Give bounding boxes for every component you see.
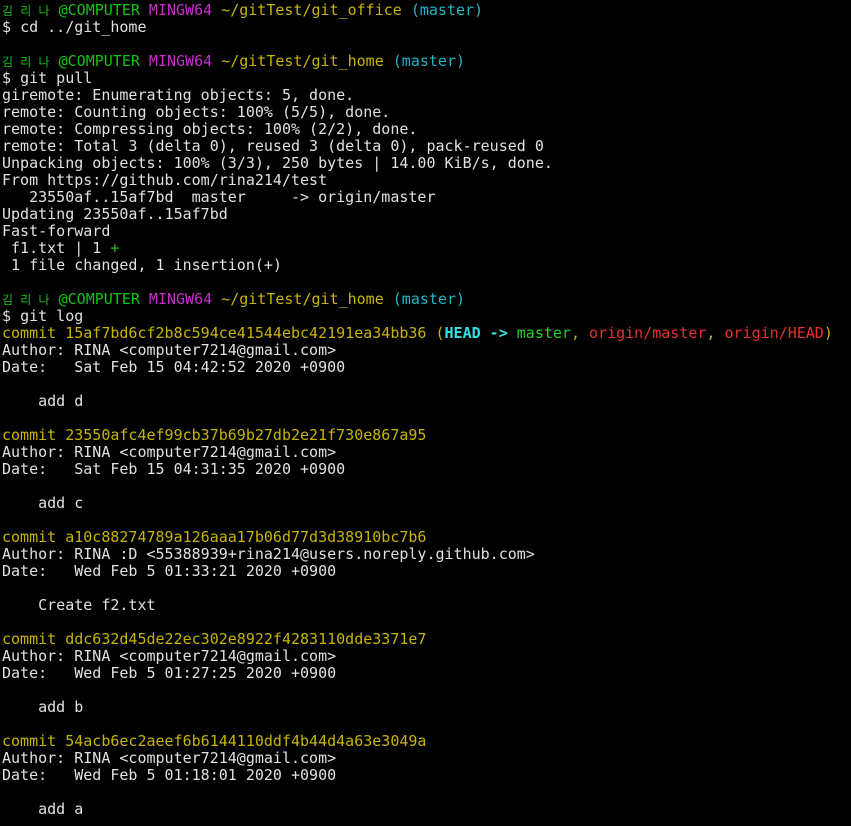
commit-hash: commit a10c88274789a126aaa17b06d77d3d389…	[2, 528, 427, 546]
ref-head: HEAD ->	[444, 324, 517, 342]
commit-hash: commit ddc632d45de22ec302e8922f4283110dd…	[2, 630, 427, 648]
ref-paren-close: )	[823, 324, 833, 342]
terminal-window[interactable]: 김 리 나 @COMPUTER MINGW64 ~/gitTest/git_of…	[0, 0, 851, 826]
output-line: giremote: Enumerating objects: 5, done.	[2, 86, 355, 104]
commit-hash: commit 54acb6ec2aeef6b6144110ddf4b44d4a6…	[2, 732, 427, 750]
ref-separator: ,	[706, 324, 725, 342]
commit-author: Author: RINA :D <55388939+rina214@users.…	[2, 545, 535, 563]
diffstat-line: f1.txt | 1 +	[2, 240, 851, 257]
commit-message: add d	[2, 392, 84, 410]
output-line: Updating 23550af..15af7bd	[2, 205, 228, 223]
commit-date: Date: Sat Feb 15 04:31:35 2020 +0900	[2, 460, 346, 478]
prompt-symbol: $	[2, 18, 12, 36]
prompt-host: @COMPUTER	[58, 52, 140, 70]
prompt-branch: (master)	[410, 1, 484, 19]
prompt-path: ~/gitTest/git_home	[221, 52, 384, 70]
command-pull: git pull	[20, 69, 93, 87]
prompt-host: @COMPUTER	[58, 1, 140, 19]
output-line: From https://github.com/rina214/test	[2, 171, 328, 189]
commit-author: Author: RINA <computer7214@gmail.com>	[2, 647, 337, 665]
ref-separator: ,	[570, 324, 590, 342]
diffstat-summary: 1 file changed, 1 insertion(+)	[2, 256, 282, 274]
prompt-host: @COMPUTER	[58, 290, 140, 308]
prompt-user: 김 리 나	[2, 293, 50, 307]
command-cd: cd ../git_home	[20, 18, 147, 36]
ref-origin-master: origin/master	[589, 324, 707, 342]
prompt-env: MINGW64	[148, 52, 213, 70]
commit-author: Author: RINA <computer7214@gmail.com>	[2, 749, 337, 767]
prompt-path: ~/gitTest/git_home	[221, 290, 384, 308]
output-line: remote: Total 3 (delta 0), reused 3 (del…	[2, 137, 544, 155]
prompt-line: 김 리 나 @COMPUTER MINGW64 ~/gitTest/git_ho…	[2, 291, 851, 308]
output-line: Unpacking objects: 100% (3/3), 250 bytes…	[2, 154, 553, 172]
prompt-env: MINGW64	[148, 1, 213, 19]
output-line: remote: Counting objects: 100% (5/5), do…	[2, 103, 391, 121]
prompt-path: ~/gitTest/git_office	[221, 1, 402, 19]
commit-message: add c	[2, 494, 84, 512]
commit-message: Create f2.txt	[2, 596, 156, 614]
output-line: Fast-forward	[2, 222, 111, 240]
commit-author: Author: RINA <computer7214@gmail.com>	[2, 341, 337, 359]
prompt-line: 김 리 나 @COMPUTER MINGW64 ~/gitTest/git_of…	[2, 2, 851, 19]
output-line: remote: Compressing objects: 100% (2/2),…	[2, 120, 418, 138]
prompt-env: MINGW64	[148, 290, 213, 308]
command-line: $ cd ../git_home	[2, 19, 851, 36]
commit-date: Date: Wed Feb 5 01:18:01 2020 +0900	[2, 766, 337, 784]
prompt-symbol: $	[2, 307, 12, 325]
ref-master: master	[516, 324, 571, 342]
diffstat-plus: +	[110, 239, 120, 257]
commit-date: Date: Wed Feb 5 01:27:25 2020 +0900	[2, 664, 337, 682]
diffstat-file: f1.txt | 1	[2, 239, 111, 257]
commit-hash-line: commit 15af7bd6cf2b8c594ce41544ebc42191e…	[2, 325, 851, 342]
prompt-symbol: $	[2, 69, 12, 87]
prompt-branch: (master)	[392, 52, 466, 70]
commit-hash: commit 15af7bd6cf2b8c594ce41544ebc42191e…	[2, 324, 436, 342]
commit-message: add b	[2, 698, 84, 716]
command-line: $ git pull	[2, 70, 851, 87]
prompt-user: 김 리 나	[2, 4, 50, 18]
commit-date: Date: Wed Feb 5 01:33:21 2020 +0900	[2, 562, 337, 580]
prompt-branch: (master)	[392, 290, 466, 308]
commit-author: Author: RINA <computer7214@gmail.com>	[2, 443, 337, 461]
commit-hash: commit 23550afc4ef99cb37b69b27db2e21f730…	[2, 426, 427, 444]
ref-paren-open: (	[435, 324, 445, 342]
output-line: 23550af..15af7bd master -> origin/master	[2, 188, 436, 206]
prompt-user: 김 리 나	[2, 55, 50, 69]
command-line: $ git log	[2, 308, 851, 325]
commit-date: Date: Sat Feb 15 04:42:52 2020 +0900	[2, 358, 346, 376]
commit-message: add a	[2, 800, 84, 818]
command-log: git log	[20, 307, 84, 325]
prompt-line: 김 리 나 @COMPUTER MINGW64 ~/gitTest/git_ho…	[2, 53, 851, 70]
ref-origin-head: origin/HEAD	[724, 324, 824, 342]
